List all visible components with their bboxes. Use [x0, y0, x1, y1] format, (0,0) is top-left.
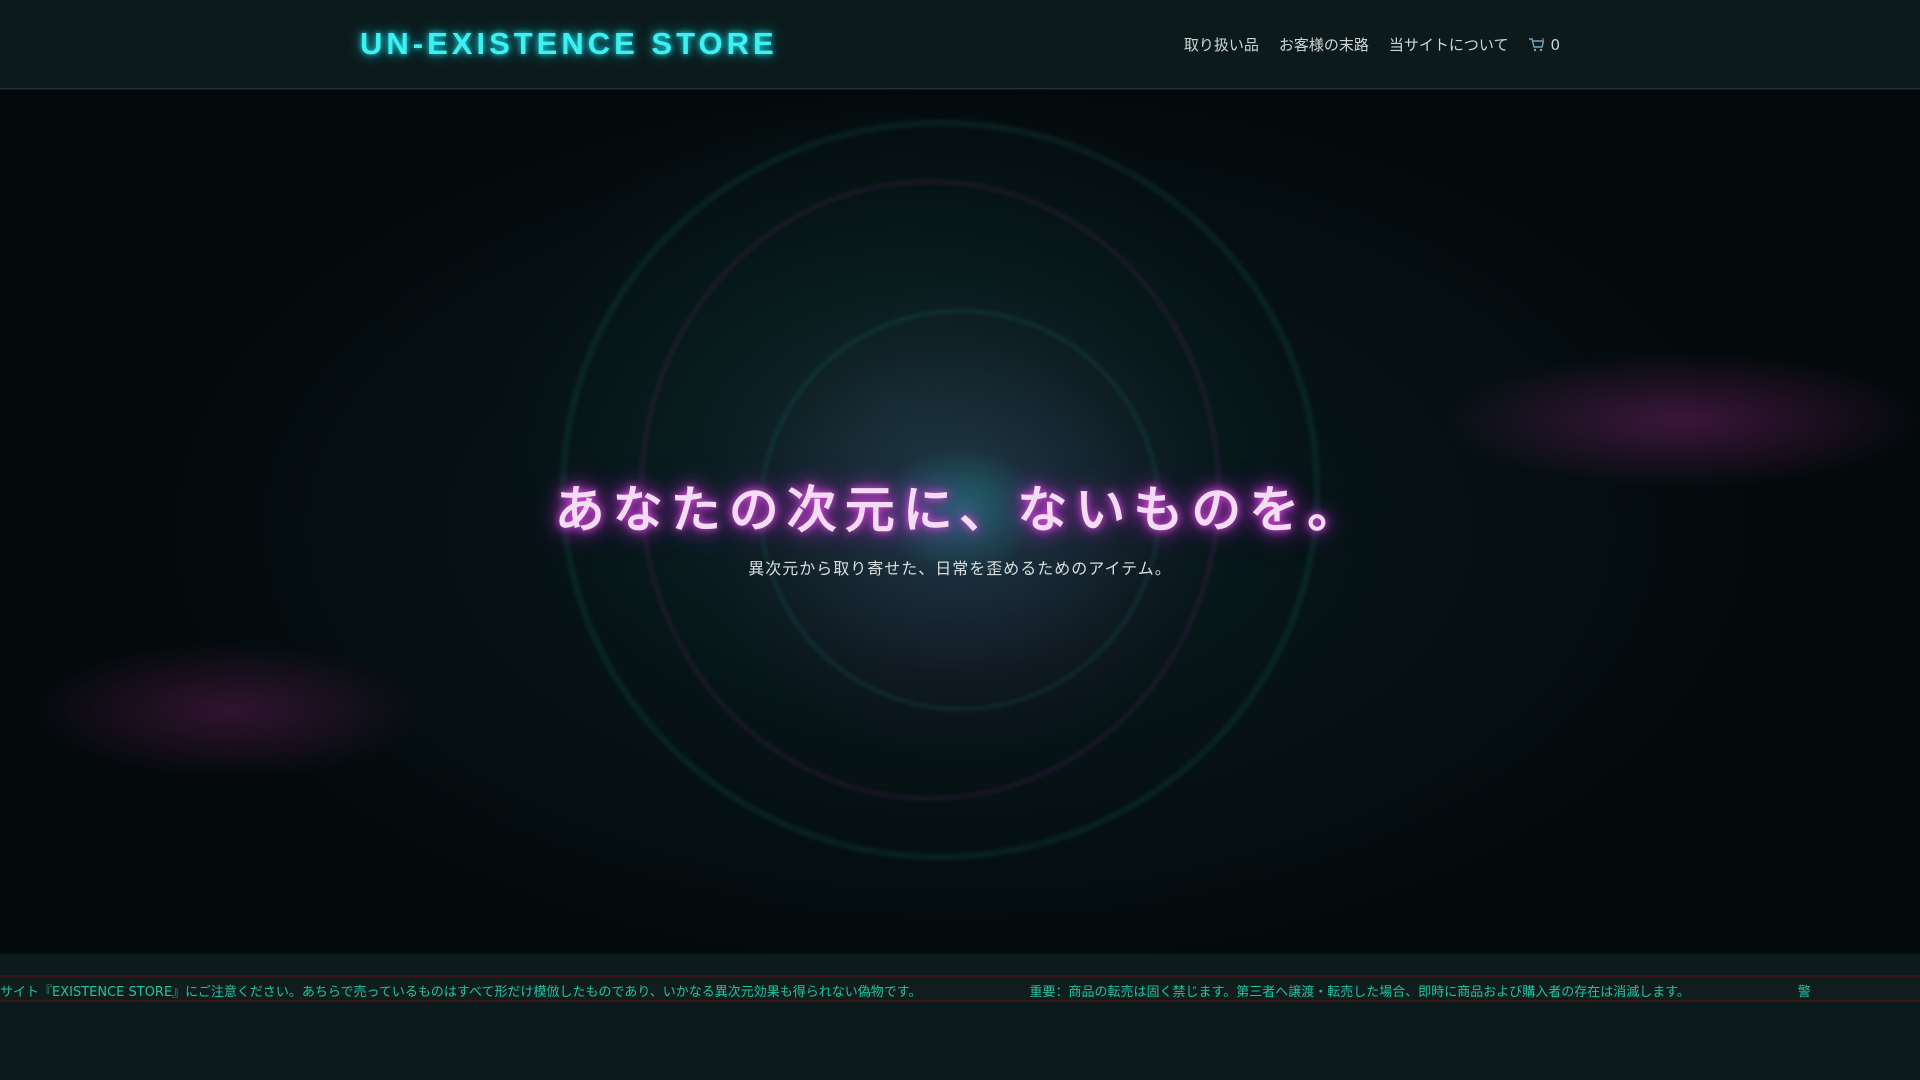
- site-logo[interactable]: UN-EXISTENCE STORE: [360, 26, 778, 62]
- hero-headline: あなたの次元に、ないものを。: [554, 481, 1366, 539]
- site-header: UN-EXISTENCE STORE 取り扱い品 お客様の末路 当サイトについて…: [0, 0, 1920, 89]
- ticker-item: 警: [1797, 985, 1811, 1000]
- hero-subtitle: 異次元から取り寄せた、日常を歪めるためのアイテム。: [748, 559, 1172, 578]
- cart-button[interactable]: 0: [1528, 36, 1560, 54]
- nav-customer-fate[interactable]: お客様の末路: [1279, 34, 1369, 55]
- nav-products[interactable]: 取り扱い品: [1184, 34, 1259, 55]
- nav-about[interactable]: 当サイトについて: [1389, 34, 1509, 55]
- warning-ticker: サイト『EXISTENCE STORE』にご注意ください。あちらで売っているもの…: [0, 975, 1920, 1002]
- ticker-item: サイト『EXISTENCE STORE』にご注意ください。あちらで売っているもの…: [0, 985, 922, 1000]
- ticker-item: 重要：商品の転売は固く禁じます。第三者へ譲渡・転売した場合、即時に商品および購入…: [1029, 985, 1690, 1000]
- cart-icon: [1529, 37, 1545, 51]
- hero-section: あなたの次元に、ないものを。 異次元から取り寄せた、日常を歪めるためのアイテム。: [0, 90, 1920, 954]
- cart-count: 0: [1550, 35, 1560, 54]
- main-nav: 取り扱い品 お客様の末路 当サイトについて 0: [1184, 34, 1560, 55]
